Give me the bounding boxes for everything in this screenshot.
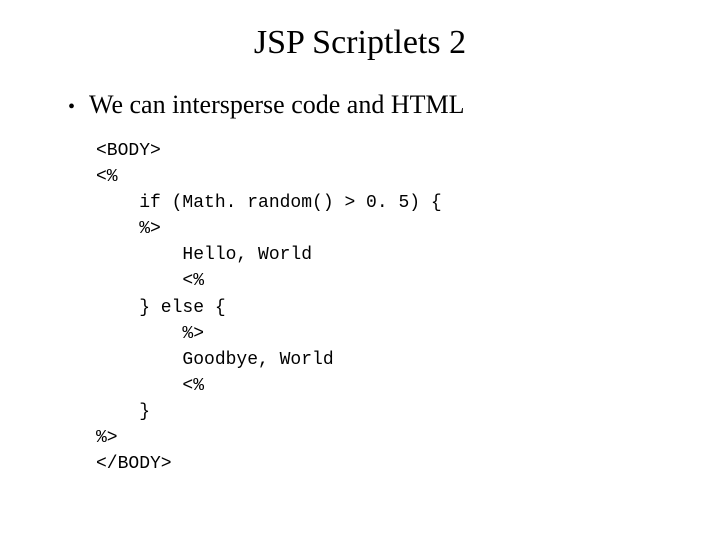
code-line: } — [96, 399, 720, 425]
code-line: %> — [96, 216, 720, 242]
bullet-list: • We can intersperse code and HTML — [0, 90, 720, 120]
code-line: <% — [96, 373, 720, 399]
code-line: } else { — [96, 295, 720, 321]
code-line: %> — [96, 321, 720, 347]
code-block: <BODY><% if (Math. random() > 0. 5) { %>… — [0, 138, 720, 477]
code-line: Hello, World — [96, 242, 720, 268]
bullet-dot-icon: • — [68, 95, 75, 119]
code-line: <% — [96, 164, 720, 190]
code-line: %> — [96, 425, 720, 451]
bullet-item: • We can intersperse code and HTML — [68, 90, 720, 120]
code-line: <BODY> — [96, 138, 720, 164]
bullet-text: We can intersperse code and HTML — [89, 90, 464, 120]
code-line: </BODY> — [96, 451, 720, 477]
code-line: Goodbye, World — [96, 347, 720, 373]
code-line: <% — [96, 268, 720, 294]
slide-title: JSP Scriptlets 2 — [0, 24, 720, 62]
code-line: if (Math. random() > 0. 5) { — [96, 190, 720, 216]
